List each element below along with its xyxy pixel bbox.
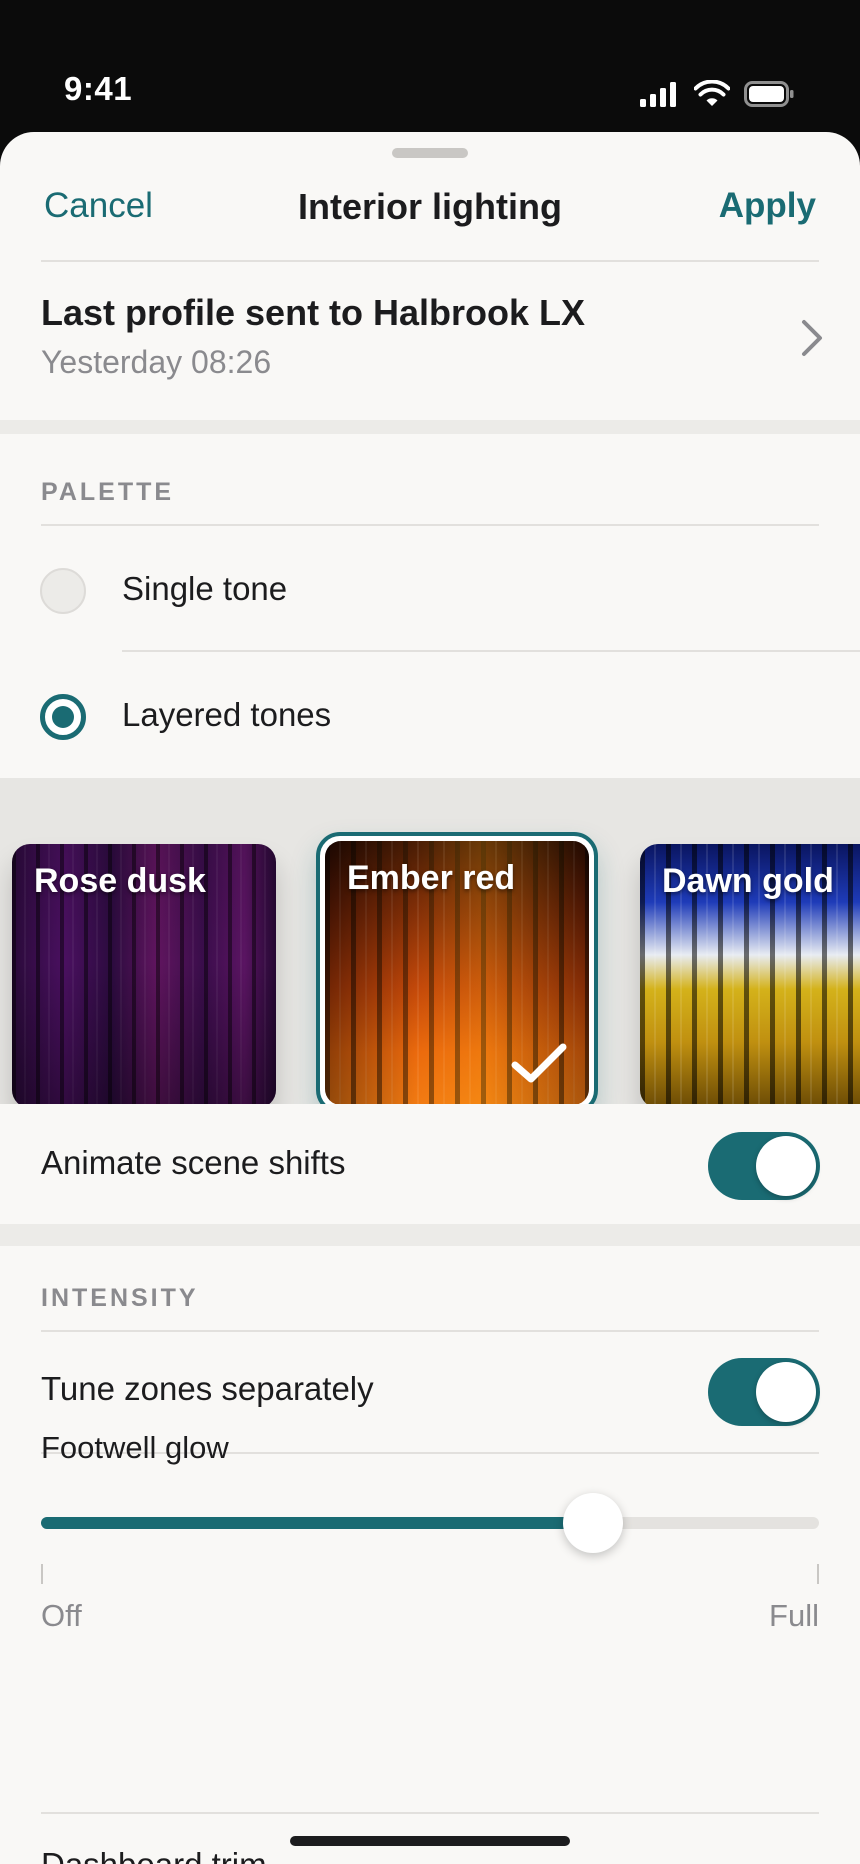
toggle-knob [756, 1362, 816, 1422]
slider-tick-min [41, 1564, 43, 1584]
radio-button-selected[interactable] [40, 694, 86, 740]
swatch-rose-dusk[interactable]: Rose dusk [12, 844, 276, 1104]
swatch-label: Dawn gold [662, 862, 834, 900]
section-gap [0, 1224, 860, 1246]
footwell-glow-slider[interactable] [41, 1493, 819, 1553]
last-profile-row[interactable]: Last profile sent to Halbrook LX Yesterd… [0, 262, 860, 412]
status-bar: 9:41 [0, 0, 860, 130]
swatch-carousel[interactable]: Rose dusk Ember red Dawn gold [0, 778, 860, 1104]
nav-bar: Cancel Interior lighting Apply [0, 172, 860, 248]
tune-zones-separately-toggle[interactable] [708, 1358, 820, 1426]
section-gap [0, 420, 860, 434]
slider-tick-max [817, 1564, 819, 1584]
dashboard-trim-row-label[interactable]: Dashboard trim [41, 1846, 267, 1864]
animate-scene-shifts-row: Animate scene shifts [0, 1106, 860, 1224]
toggle-label: Animate scene shifts [41, 1144, 346, 1181]
palette-option-label: Single tone [122, 570, 288, 607]
home-indicator [290, 1836, 570, 1846]
toggle-knob [756, 1136, 816, 1196]
slider-min-label: Off [41, 1598, 82, 1633]
slider-fill [41, 1517, 594, 1529]
battery-icon [744, 81, 794, 107]
cellular-signal-icon [640, 82, 676, 107]
footwell-glow-label: Footwell glow [41, 1430, 229, 1465]
swatch-ember-red[interactable]: Ember red [325, 841, 589, 1104]
chevron-right-icon [802, 320, 822, 356]
palette-section-label: PALETTE [41, 478, 175, 506]
sheet-grabber[interactable] [392, 148, 468, 158]
last-profile-title: Last profile sent to Halbrook LX [41, 292, 586, 333]
palette-option-single-tone[interactable]: Single tone [0, 526, 860, 650]
toggle-label: Tune zones separately [41, 1370, 374, 1407]
radio-button-unselected[interactable] [40, 568, 86, 614]
slider-thumb[interactable] [563, 1493, 624, 1553]
bottom-sheet: Cancel Interior lighting Apply Last prof… [0, 132, 860, 1864]
divider [41, 1812, 819, 1814]
apply-button[interactable]: Apply [719, 186, 816, 226]
last-profile-timestamp: Yesterday 08:26 [41, 344, 272, 380]
swatch-label: Ember red [347, 859, 516, 897]
swatch-dawn-gold[interactable]: Dawn gold [640, 844, 860, 1104]
swatch-label: Rose dusk [34, 862, 206, 900]
status-icons [640, 80, 794, 108]
palette-option-layered-tones[interactable]: Layered tones [0, 652, 860, 776]
palette-option-label: Layered tones [122, 696, 332, 733]
checkmark-icon [511, 1043, 567, 1083]
wifi-icon [694, 80, 730, 106]
animate-scene-shifts-toggle[interactable] [708, 1132, 820, 1200]
slider-max-label: Full [769, 1598, 819, 1633]
intensity-section-label: INTENSITY [41, 1284, 199, 1312]
status-time: 9:41 [64, 70, 133, 107]
